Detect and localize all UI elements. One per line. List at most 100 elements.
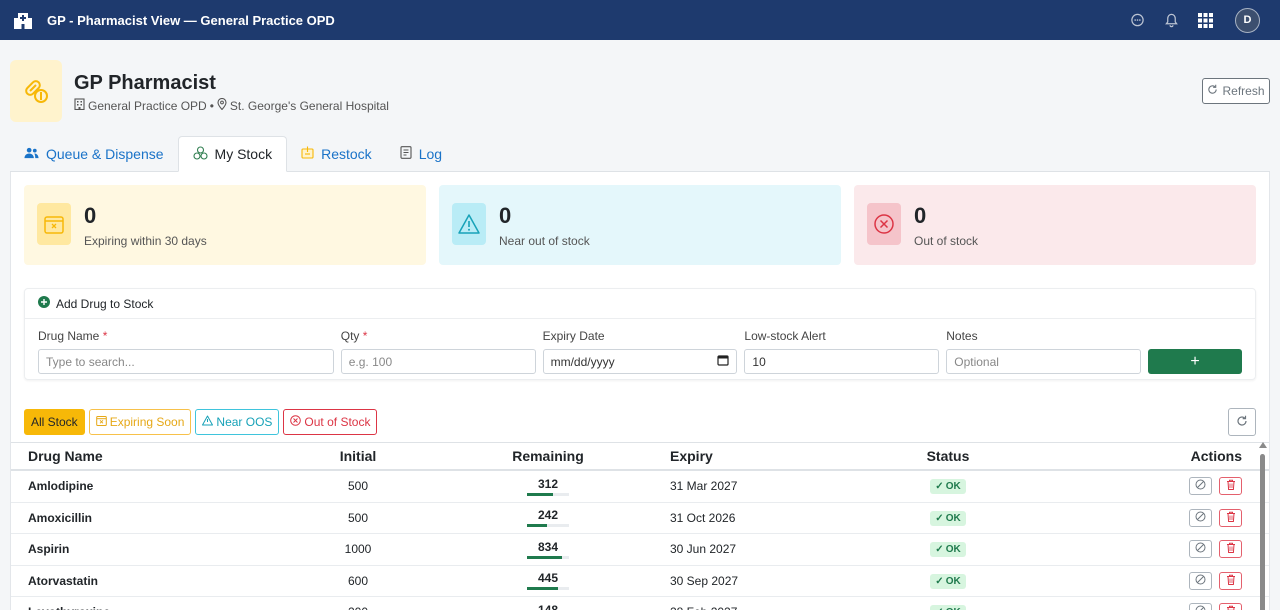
col-expiry[interactable]: Expiry <box>648 448 848 464</box>
box-icon <box>301 146 314 162</box>
reload-table-button[interactable] <box>1228 408 1256 436</box>
deactivate-button[interactable] <box>1189 540 1212 559</box>
expiry-cell: 31 Mar 2027 <box>670 479 738 494</box>
boxes-icon <box>192 145 208 163</box>
initial-cell: 500 <box>347 479 369 494</box>
stat-oos[interactable]: 0 Out of stock <box>854 185 1256 265</box>
calendar-x-icon <box>37 203 71 245</box>
delete-button[interactable] <box>1219 508 1242 527</box>
deactivate-button[interactable] <box>1189 603 1212 610</box>
chat-icon[interactable] <box>1129 12 1145 28</box>
deactivate-button[interactable] <box>1189 571 1212 590</box>
col-initial[interactable]: Initial <box>268 448 448 464</box>
table-row[interactable]: Atorvastatin 600 445 30 Sep 2027 ✓ OK <box>11 566 1269 597</box>
stat-expiring[interactable]: 0 Expiring within 30 days <box>24 185 426 265</box>
remaining-cell: 242 <box>448 508 648 528</box>
filter-expiring-soon[interactable]: Expiring Soon <box>88 409 192 435</box>
filter-all-stock[interactable]: All Stock <box>24 409 85 435</box>
actions-cell <box>1048 603 1252 610</box>
scroll-up-arrow-icon[interactable] <box>1259 442 1267 448</box>
filter-near-oos[interactable]: Near OOS <box>195 409 280 435</box>
x-circle-icon <box>290 415 302 429</box>
expiry-date-input[interactable]: mm/dd/yyyy <box>542 349 738 374</box>
remaining-value: 834 <box>537 539 559 554</box>
stat-value: 0 <box>914 203 927 228</box>
stat-label: Near out of stock <box>499 234 590 248</box>
status-cell: ✓OK <box>848 478 1048 495</box>
qty-label: Qty <box>340 329 360 343</box>
table-scrollbar[interactable] <box>1259 440 1267 610</box>
status-cell: ✓OK <box>848 510 1048 526</box>
user-avatar[interactable]: D <box>1235 7 1260 33</box>
apps-grid-icon[interactable] <box>1197 12 1213 28</box>
table-header: Drug Name Initial Remaining Expiry Statu… <box>11 443 1269 471</box>
table-row[interactable]: Amoxicillin 500 242 31 Oct 2026 ✓ OK <box>11 503 1269 534</box>
stat-near-oos[interactable]: 0 Near out of stock <box>439 185 841 265</box>
slash-circle-icon <box>1195 605 1206 610</box>
col-status[interactable]: Status <box>848 448 1048 464</box>
department-name: General Practice OPD <box>88 98 207 113</box>
trash-icon <box>1226 605 1236 610</box>
status-badge: ✓OK <box>930 573 966 589</box>
remaining-cell: 148 <box>448 603 648 610</box>
initial-cell: 1000 <box>344 542 372 557</box>
expiry-date-placeholder: mm/dd/yyyy <box>550 354 615 369</box>
table-row[interactable]: Levothyroxine 200 148 28 Feb 2027 ✓OK <box>11 597 1269 610</box>
table-row[interactable]: Amlodipine 500 312 31 Mar 2027 ✓ OK <box>11 471 1269 503</box>
add-drug-card: Add Drug to Stock Drug Name * Type to se… <box>24 288 1256 380</box>
col-drug-name[interactable]: Drug Name <box>28 448 268 464</box>
stat-value: 0 <box>84 203 97 228</box>
status-badge: ✓OK <box>930 605 966 610</box>
remaining-progress-fill <box>527 587 559 591</box>
deactivate-button[interactable] <box>1189 477 1212 496</box>
expiry-date-label: Expiry Date <box>542 329 605 343</box>
notes-input[interactable]: Optional <box>946 349 1142 374</box>
drug-name-input[interactable]: Type to search... <box>38 349 334 374</box>
deactivate-button[interactable] <box>1189 508 1212 527</box>
qty-field: Qty * e.g. 100 <box>340 329 536 374</box>
calendar-icon[interactable] <box>717 354 730 369</box>
remaining-cell: 445 <box>448 571 648 591</box>
delete-button[interactable] <box>1219 477 1242 496</box>
tab-my-stock[interactable]: My Stock <box>177 136 288 172</box>
trash-icon <box>1226 542 1236 556</box>
remaining-progress-fill <box>527 492 554 496</box>
hospital-icon[interactable] <box>12 9 34 31</box>
table-body: Amlodipine 500 312 31 Mar 2027 ✓ OK Amox… <box>11 471 1269 610</box>
refresh-button[interactable]: Refresh <box>1202 78 1270 104</box>
actions-cell <box>1048 571 1252 590</box>
low-stock-input[interactable]: 10 <box>744 349 940 374</box>
tab-queue-dispense[interactable]: Queue & Dispense <box>10 136 178 171</box>
tab-log[interactable]: Log <box>386 136 456 171</box>
col-remaining[interactable]: Remaining <box>448 448 648 464</box>
status-text: OK <box>945 575 961 587</box>
remaining-cell: 834 <box>448 540 648 559</box>
qty-input[interactable]: e.g. 100 <box>340 349 536 374</box>
status-badge: ✓OK <box>930 510 966 526</box>
delete-button[interactable] <box>1219 603 1242 610</box>
low-stock-field: Low-stock Alert 10 <box>744 329 940 374</box>
required-mark: * <box>102 329 108 343</box>
drug-name-cell: Aspirin <box>28 542 70 557</box>
drug-name-cell: Atorvastatin <box>28 573 99 588</box>
filter-out-of-stock[interactable]: Out of Stock <box>283 409 378 435</box>
delete-button[interactable] <box>1219 571 1242 590</box>
slash-circle-icon <box>1195 511 1206 525</box>
bell-icon[interactable] <box>1163 12 1179 28</box>
tab-restock[interactable]: Restock <box>287 136 386 171</box>
required-mark: * <box>362 329 368 343</box>
filter-label: Out of Stock <box>304 415 371 429</box>
add-drug-title: Add Drug to Stock <box>56 296 154 311</box>
pills-icon <box>10 60 62 122</box>
remaining-progress-bar <box>527 524 569 528</box>
hospital-name: St. George's General Hospital <box>229 98 389 113</box>
table-row[interactable]: Aspirin 1000 834 30 Jun 2027 ✓ OK <box>11 534 1269 566</box>
low-stock-label: Low-stock Alert <box>744 329 826 343</box>
scrollbar-thumb[interactable] <box>1260 454 1265 610</box>
filter-label: Near OOS <box>216 415 273 429</box>
add-drug-button[interactable]: + <box>1148 349 1242 374</box>
page-header: GP Pharmacist General Practice OPD • St.… <box>0 40 1280 126</box>
remaining-value: 445 <box>537 571 559 586</box>
remaining-cell: 312 <box>448 477 648 496</box>
delete-button[interactable] <box>1219 540 1242 559</box>
